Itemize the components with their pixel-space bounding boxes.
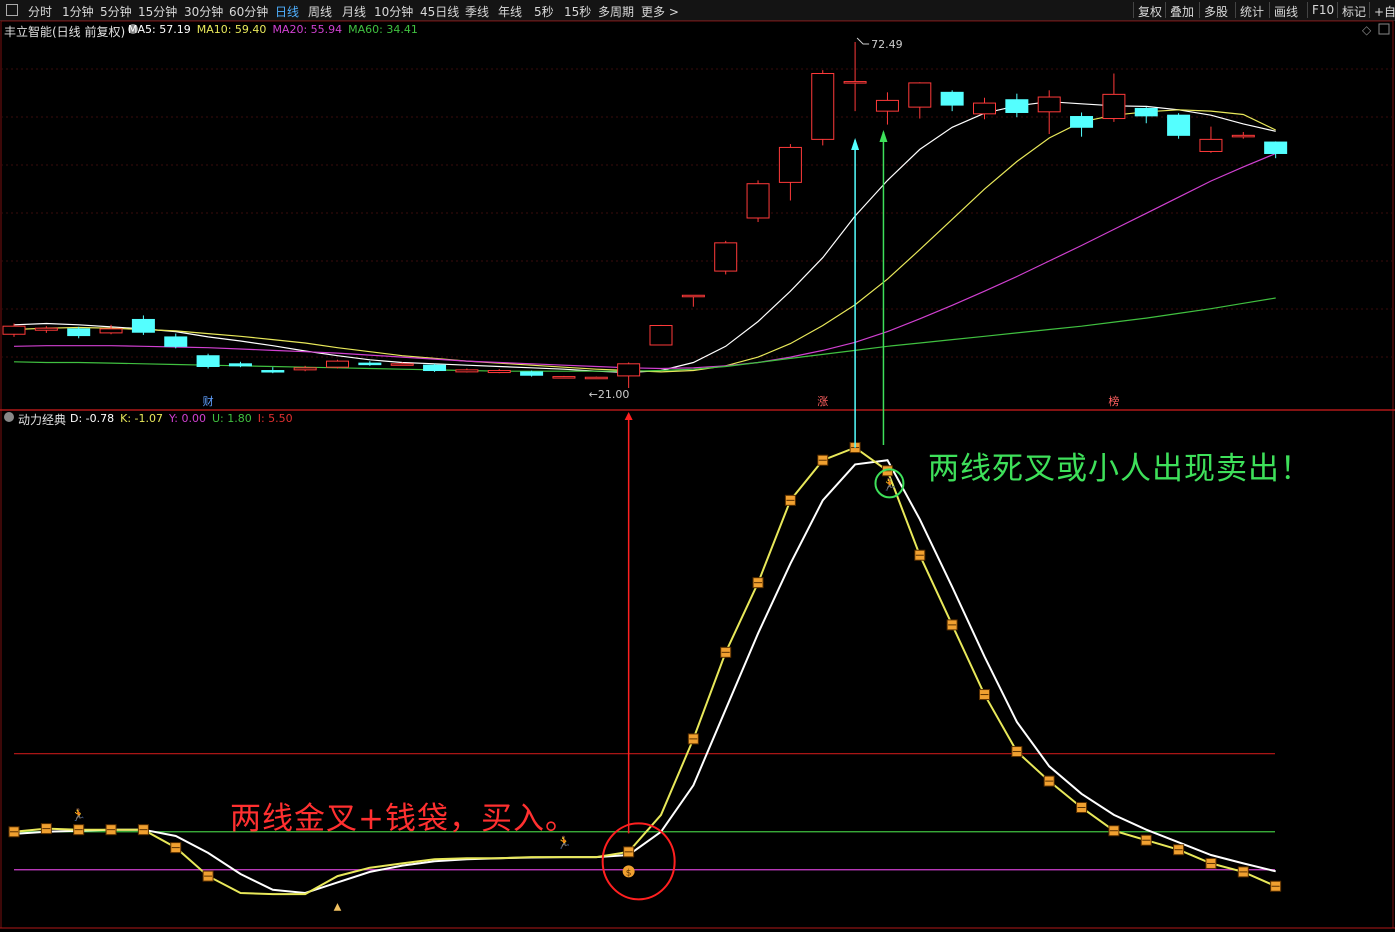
ma-legend-item-3: MA60: 34.41 — [348, 23, 418, 36]
candle-body — [293, 367, 317, 371]
candle-body — [714, 242, 738, 272]
candle-body — [326, 360, 349, 368]
candle-body — [973, 102, 996, 115]
buy-circle — [601, 822, 676, 901]
candle-body — [681, 294, 705, 298]
candle-body — [520, 371, 544, 376]
sell-arrow-cyan-head — [851, 138, 860, 150]
diamond-icon: ◇ — [1362, 23, 1372, 37]
candle-body — [1264, 141, 1288, 154]
stock-title: 丰立智能(日线 前复权) — [4, 25, 126, 39]
candle-body — [584, 376, 608, 380]
candle-body — [2, 325, 26, 335]
candle-body — [390, 363, 414, 366]
candle-body — [455, 369, 479, 373]
buy-annotation: 两线金叉+钱袋，买入。 — [230, 801, 577, 837]
indicator-legend-item-0: D: -0.78 — [70, 412, 115, 425]
candle-body — [1005, 99, 1029, 113]
event-tag-1: 涨 — [817, 395, 828, 408]
low-price-label: ←21.00 — [589, 388, 630, 401]
sell-arrow-green-head — [879, 130, 888, 142]
buy-arrow-head — [624, 412, 633, 420]
event-tag-2: 榜 — [1108, 394, 1119, 408]
candle-body — [778, 146, 802, 183]
indicator-settings-icon — [4, 412, 14, 422]
indicator-name: 动力经典 — [18, 413, 67, 427]
indicator-legend-item-3: U: 1.80 — [211, 412, 252, 425]
ma-line-ma5 — [13, 101, 1276, 374]
ma-line-ma10 — [13, 109, 1276, 373]
indicator-legend-item-2: Y: 0.00 — [169, 412, 206, 425]
candle-body — [487, 370, 511, 374]
candle-body — [164, 336, 188, 347]
candle-body — [649, 325, 673, 346]
candle-body — [1102, 93, 1126, 120]
sell-annotation: 两线死叉或小人出现卖出！ — [928, 451, 1312, 487]
person-icon: 🏃 — [71, 808, 86, 822]
ma-legend-item-1: MA10: 59.40 — [196, 23, 267, 36]
triangle-icon: ▲ — [334, 901, 342, 912]
candle-body — [67, 328, 91, 337]
candle-body — [1037, 96, 1061, 113]
candle-body — [746, 183, 770, 219]
event-tag-0: 财 — [203, 394, 214, 408]
candle-body — [875, 99, 899, 112]
candle-body — [1134, 107, 1158, 117]
candle-body — [131, 318, 155, 333]
candle-body — [423, 364, 447, 372]
ma-legend: MA5: 57.19 MA10: 59.40 MA20: 55.94 MA60: 34… — [128, 23, 424, 36]
indicator-legend-item-4: I: 5.50 — [257, 412, 293, 425]
candle-body — [228, 363, 252, 367]
candle-body — [1231, 134, 1255, 138]
candle-body — [34, 327, 58, 331]
ma-legend-item-0: MA5: 57.19 — [128, 23, 191, 36]
high-price-label: 72.49 — [871, 38, 903, 51]
candle-body — [552, 376, 576, 379]
indicator-legend: D: -0.78 K: -1.07 Y: 0.00 U: 1.80 I: 5.50 — [70, 412, 299, 425]
sell-person-icon: 🏃 — [882, 477, 897, 491]
candle-body — [261, 370, 285, 373]
ma-legend-item-2: MA20: 55.94 — [272, 23, 343, 36]
candle-body — [843, 81, 867, 84]
expand-icon — [1378, 23, 1390, 35]
candle-body — [1167, 114, 1191, 136]
candle-body — [940, 91, 964, 106]
candle-body — [1199, 138, 1223, 152]
candle-body — [617, 363, 641, 377]
candle-body — [1070, 116, 1094, 128]
main-panel-frame — [0, 20, 1394, 411]
d-line — [13, 459, 1276, 895]
candle-body — [811, 73, 835, 140]
high-marker — [856, 37, 870, 45]
k-line — [13, 446, 1277, 896]
indicator-legend-item-1: K: -1.07 — [120, 412, 164, 425]
candle-body — [196, 355, 220, 367]
candle-body — [908, 82, 932, 108]
money-bag-symbol: $ — [626, 868, 632, 878]
candle-body — [99, 328, 123, 334]
candle-body — [358, 362, 382, 366]
